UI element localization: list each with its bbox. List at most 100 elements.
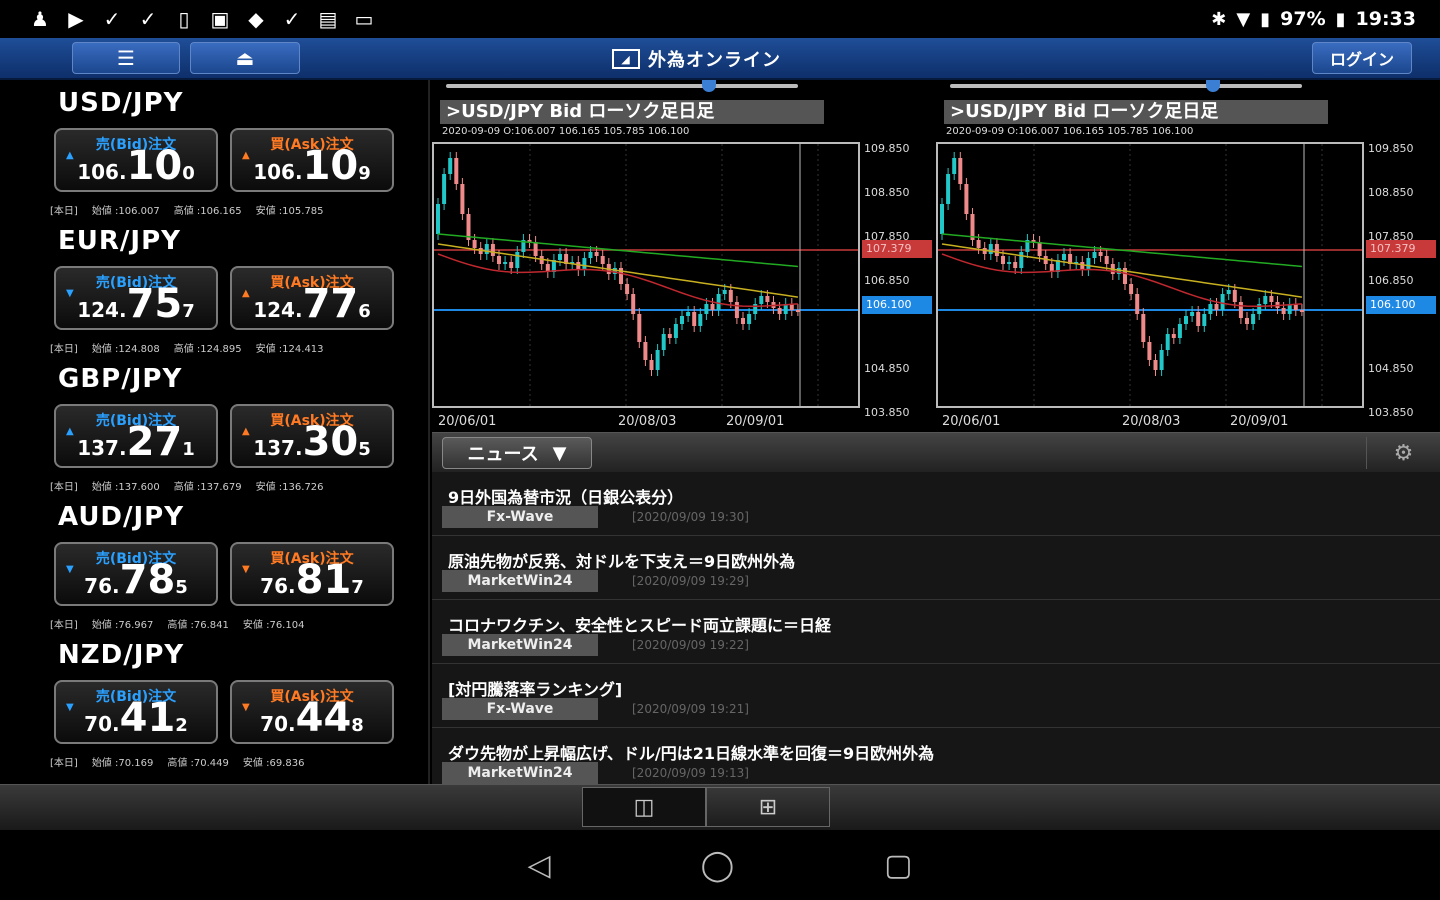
candlestick-chart[interactable]: >USD/JPY Bid ローソク足日足 2020-09-09 O:106.00… bbox=[936, 80, 1440, 432]
ask-price-prefix: 106. bbox=[253, 160, 303, 184]
upload-button[interactable]: ⏏ bbox=[190, 42, 300, 74]
slider-knob[interactable] bbox=[1206, 80, 1220, 92]
ask-price: 76.817 bbox=[232, 560, 392, 600]
news-source: MarketWin24 bbox=[442, 634, 598, 656]
news-item[interactable]: 原油先物が反発、対ドルを下支え＝9日欧州外為 MarketWin24 [2020… bbox=[432, 536, 1440, 600]
news-item[interactable]: ダウ先物が上昇幅広げ、ドル/円は21日線水準を回復＝9日欧州外為 MarketW… bbox=[432, 728, 1440, 784]
slider-knob[interactable] bbox=[702, 80, 716, 92]
news-item[interactable]: コロナワクチン、安全性とスピード両立課題に＝日経 MarketWin24 [20… bbox=[432, 600, 1440, 664]
y-tick-label: 108.850 bbox=[864, 186, 910, 199]
candlestick-chart[interactable]: >USD/JPY Bid ローソク足日足 2020-09-09 O:106.00… bbox=[432, 80, 936, 432]
high-price: 高値 :106.165 bbox=[173, 206, 242, 217]
chart-ohlc: 2020-09-09 O:106.007 106.165 105.785 106… bbox=[946, 126, 1194, 137]
pair-name: GBP/JPY bbox=[58, 364, 183, 394]
chart-ohlc: 2020-09-09 O:106.007 106.165 105.785 106… bbox=[442, 126, 690, 137]
gear-icon[interactable]: ⚙ bbox=[1366, 437, 1440, 469]
news-item[interactable]: [対円騰落率ランキング] Fx-Wave [2020/09/09 19:21] bbox=[432, 664, 1440, 728]
x-tick-label: 20/06/01 bbox=[942, 414, 1001, 429]
ask-price-main: 44 bbox=[295, 695, 352, 741]
home-icon[interactable]: ◯ bbox=[701, 848, 735, 883]
news-toolbar: ニュース ▼ ⚙ bbox=[432, 432, 1440, 472]
news-time: [2020/09/09 19:21] bbox=[632, 702, 749, 716]
low-price: 安値 :124.413 bbox=[255, 344, 324, 355]
youtube-icon: ▶ bbox=[68, 7, 84, 31]
ask-price-main: 10 bbox=[302, 143, 359, 189]
login-button[interactable]: ログイン bbox=[1312, 42, 1412, 74]
chart-range-slider[interactable] bbox=[446, 80, 798, 92]
y-tick-label: 109.850 bbox=[1368, 142, 1414, 155]
sim-icon: ▤ bbox=[318, 7, 338, 31]
chart-plot[interactable] bbox=[936, 142, 1364, 408]
person-icon: ♟ bbox=[31, 7, 49, 31]
cast-icon: ▭ bbox=[354, 7, 374, 31]
back-icon[interactable]: ◁ bbox=[527, 848, 550, 883]
low-price: 安値 :69.836 bbox=[242, 758, 305, 769]
bid-order-button[interactable]: 売(Bid)注文 ▼ 124.757 bbox=[54, 266, 218, 330]
daily-stats: [本日] 始値 :76.967 高値 :76.841 安値 :76.104 bbox=[50, 616, 318, 631]
news-source: MarketWin24 bbox=[442, 762, 598, 784]
red-line-label: 107.379 bbox=[1366, 240, 1436, 258]
bid-price-prefix: 124. bbox=[77, 298, 127, 322]
news-dropdown-label: ニュース bbox=[467, 444, 539, 465]
bid-price-main: 41 bbox=[119, 695, 176, 741]
red-line-label: 107.379 bbox=[862, 240, 932, 258]
stats-prefix: [本日] bbox=[50, 344, 78, 355]
y-tick-label: 103.850 bbox=[1368, 406, 1414, 419]
chart-title[interactable]: >USD/JPY Bid ローソク足日足 bbox=[944, 100, 1328, 124]
news-dropdown[interactable]: ニュース ▼ bbox=[442, 437, 592, 469]
ask-order-button[interactable]: 買(Ask)注文 ▼ 70.448 bbox=[230, 680, 394, 744]
open-price: 始値 :106.007 bbox=[91, 206, 160, 217]
x-tick-label: 20/08/03 bbox=[618, 414, 677, 429]
battery-percent: 97% bbox=[1280, 8, 1326, 30]
bid-order-button[interactable]: 売(Bid)注文 ▼ 70.412 bbox=[54, 680, 218, 744]
ask-price: 106.109 bbox=[232, 146, 392, 186]
recents-icon[interactable]: ▢ bbox=[884, 848, 912, 883]
daily-stats: [本日] 始値 :124.808 高値 :124.895 安値 :124.413 bbox=[50, 340, 338, 355]
bid-order-button[interactable]: 売(Bid)注文 ▲ 106.100 bbox=[54, 128, 218, 192]
layout-grid-icon[interactable]: ⊞ bbox=[706, 787, 830, 827]
ask-price: 70.448 bbox=[232, 698, 392, 738]
ask-order-button[interactable]: 買(Ask)注文 ▲ 106.109 bbox=[230, 128, 394, 192]
stats-prefix: [本日] bbox=[50, 620, 78, 631]
bid-order-button[interactable]: 売(Bid)注文 ▲ 137.271 bbox=[54, 404, 218, 468]
ask-order-button[interactable]: 買(Ask)注文 ▲ 124.776 bbox=[230, 266, 394, 330]
high-price: 高値 :124.895 bbox=[173, 344, 242, 355]
pair-name: NZD/JPY bbox=[58, 640, 185, 670]
currency-pair-block: AUD/JPY 売(Bid)注文 ▼ 76.785 買(Ask)注文 ▼ 76.… bbox=[0, 494, 428, 632]
ask-price-prefix: 137. bbox=[253, 436, 303, 460]
bid-price: 106.100 bbox=[56, 146, 216, 186]
chart-title[interactable]: >USD/JPY Bid ローソク足日足 bbox=[440, 100, 824, 124]
chart-plot[interactable] bbox=[432, 142, 860, 408]
news-time: [2020/09/09 19:13] bbox=[632, 766, 749, 780]
news-time: [2020/09/09 19:22] bbox=[632, 638, 749, 652]
ask-order-button[interactable]: 買(Ask)注文 ▼ 76.817 bbox=[230, 542, 394, 606]
news-time: [2020/09/09 19:29] bbox=[632, 574, 749, 588]
daily-stats: [本日] 始値 :106.007 高値 :106.165 安値 :105.785 bbox=[50, 202, 338, 217]
bid-order-button[interactable]: 売(Bid)注文 ▼ 76.785 bbox=[54, 542, 218, 606]
chart-range-slider[interactable] bbox=[950, 80, 1302, 92]
ask-price-pip: 7 bbox=[351, 577, 364, 598]
pair-name: USD/JPY bbox=[58, 88, 184, 118]
menu-button[interactable]: ☰ bbox=[72, 42, 180, 74]
bid-price-pip: 1 bbox=[182, 439, 195, 460]
layout-single-icon[interactable]: ◫ bbox=[582, 787, 706, 827]
news-title: 原油先物が反発、対ドルを下支え＝9日欧州外為 bbox=[448, 552, 796, 571]
high-price: 高値 :137.679 bbox=[173, 482, 242, 493]
news-source: MarketWin24 bbox=[442, 570, 598, 592]
low-price: 安値 :136.726 bbox=[255, 482, 324, 493]
news-item[interactable]: 9日外国為替市況（日銀公表分） Fx-Wave [2020/09/09 19:3… bbox=[432, 472, 1440, 536]
bid-price-pip: 5 bbox=[175, 577, 188, 598]
android-nav-bar: ◁ ◯ ▢ bbox=[0, 830, 1440, 900]
chevron-down-icon: ▼ bbox=[552, 442, 567, 464]
mute-icon: ✱ bbox=[1211, 8, 1227, 30]
x-tick-label: 20/06/01 bbox=[438, 414, 497, 429]
phone-icon: ▯ bbox=[178, 7, 190, 31]
pair-name: EUR/JPY bbox=[58, 226, 181, 256]
app-logo: ◢ 外為オンライン bbox=[612, 46, 781, 72]
stats-prefix: [本日] bbox=[50, 482, 78, 493]
x-tick-label: 20/09/01 bbox=[726, 414, 785, 429]
ask-order-button[interactable]: 買(Ask)注文 ▲ 137.305 bbox=[230, 404, 394, 468]
ask-price-main: 81 bbox=[295, 557, 352, 603]
y-tick-label: 109.850 bbox=[864, 142, 910, 155]
pair-name: AUD/JPY bbox=[58, 502, 185, 532]
